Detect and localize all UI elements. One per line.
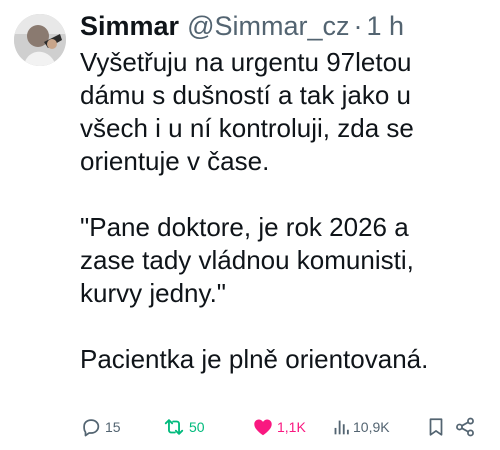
views-count: 10,9K [353, 419, 390, 435]
reply-icon [80, 416, 102, 438]
share-button[interactable] [454, 414, 476, 440]
tweet-text: Vyšetřuju na urgentu 97letou dámu s dušn… [80, 46, 490, 376]
avatar[interactable] [14, 14, 66, 66]
tweet: Simmar @Simmar_cz · 1 h Vyšetřuju na urg… [0, 0, 500, 450]
views-button[interactable]: 10,9K [332, 414, 390, 440]
heart-icon [252, 416, 274, 438]
bookmark-button[interactable] [426, 414, 446, 440]
reply-button[interactable]: 15 [80, 414, 121, 440]
share-icon [454, 416, 476, 438]
tweet-timestamp[interactable]: 1 h [366, 8, 404, 44]
tweet-paragraph: Vyšetřuju na urgentu 97letou dámu s dušn… [80, 47, 414, 176]
header-separator: · [353, 11, 363, 41]
retweet-count: 50 [189, 419, 205, 435]
retweet-button[interactable]: 50 [162, 414, 205, 440]
retweet-icon [162, 416, 186, 438]
views-icon [332, 416, 350, 438]
like-button[interactable]: 1,1K [252, 414, 306, 440]
tweet-paragraph: "Pane doktore, je rok 2026 a zase tady v… [80, 212, 414, 308]
author-handle[interactable]: @Simmar_cz [187, 8, 349, 44]
author-display-name[interactable]: Simmar [80, 8, 179, 44]
like-count: 1,1K [277, 419, 306, 435]
tweet-paragraph: Pacientka je plně orientovaná. [80, 344, 429, 374]
tweet-header: Simmar @Simmar_cz · 1 h [80, 8, 404, 44]
tweet-action-bar: 15 50 1,1K 10,9K [80, 414, 480, 440]
bookmark-icon [426, 416, 446, 438]
reply-count: 15 [105, 419, 121, 435]
